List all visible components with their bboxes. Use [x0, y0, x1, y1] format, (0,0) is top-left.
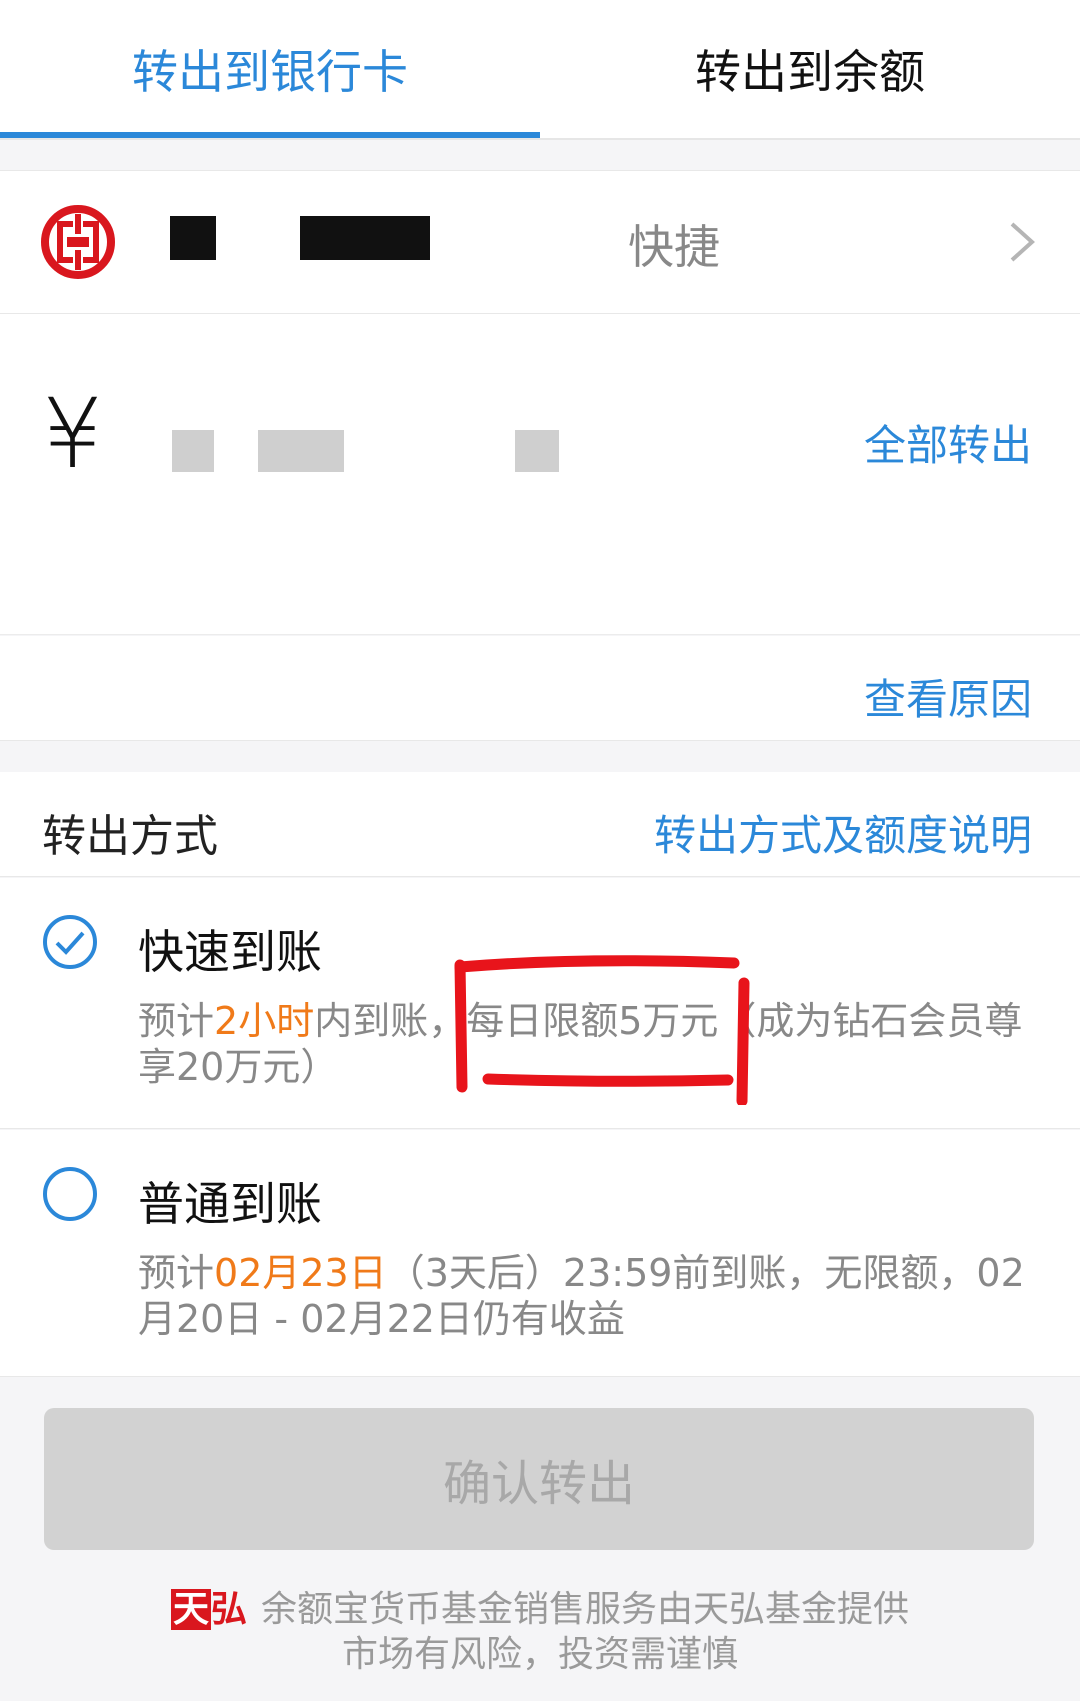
bank-card-selector[interactable]: 快捷	[0, 170, 1080, 314]
view-reason-link[interactable]: 查看原因	[864, 666, 1032, 727]
blurred-amount-placeholder	[172, 430, 214, 472]
confirm-transfer-button[interactable]: 确认转出	[44, 1408, 1034, 1550]
tab-balance[interactable]: 转出到余额	[540, 0, 1080, 138]
active-tab-indicator	[0, 132, 540, 138]
checked-radio-icon[interactable]	[42, 914, 98, 970]
method-limit-info-link[interactable]: 转出方式及额度说明	[654, 802, 1032, 863]
transfer-method-header: 转出方式 转出方式及额度说明	[0, 772, 1080, 877]
normal-option-desc: 预计02月23日（3天后）23:59前到账，无限额，02月20日 - 02月22…	[138, 1251, 1025, 1341]
currency-symbol: ¥	[42, 378, 104, 490]
normal-arrival-option[interactable]: 普通到账 预计02月23日（3天后）23:59前到账，无限额，02月20日 - …	[0, 1130, 1080, 1377]
chevron-right-icon	[1010, 222, 1035, 262]
blurred-amount-placeholder	[515, 430, 559, 472]
red-annotation-box	[454, 955, 750, 1105]
redacted-bank-name	[170, 216, 216, 260]
reason-row: 查看原因	[0, 636, 1080, 741]
redacted-card-number	[300, 216, 430, 260]
transfer-method-title: 转出方式	[42, 811, 218, 862]
fast-option-title: 快速到账	[138, 925, 322, 979]
tab-bar: 转出到银行卡 转出到余额	[0, 0, 1080, 140]
icbc-bank-logo-icon	[41, 205, 115, 279]
blurred-amount-placeholder	[258, 430, 344, 472]
transfer-all-link[interactable]: 全部转出	[864, 412, 1032, 473]
tab-bank-card[interactable]: 转出到银行卡	[0, 0, 540, 138]
card-type-label: 快捷	[628, 220, 720, 274]
normal-option-title: 普通到账	[138, 1177, 322, 1231]
unchecked-radio-icon[interactable]	[42, 1166, 98, 1222]
risk-warning: 市场有风险，投资需谨慎	[341, 1634, 738, 1675]
amount-input-area[interactable]: ¥ 全部转出	[0, 314, 1080, 635]
